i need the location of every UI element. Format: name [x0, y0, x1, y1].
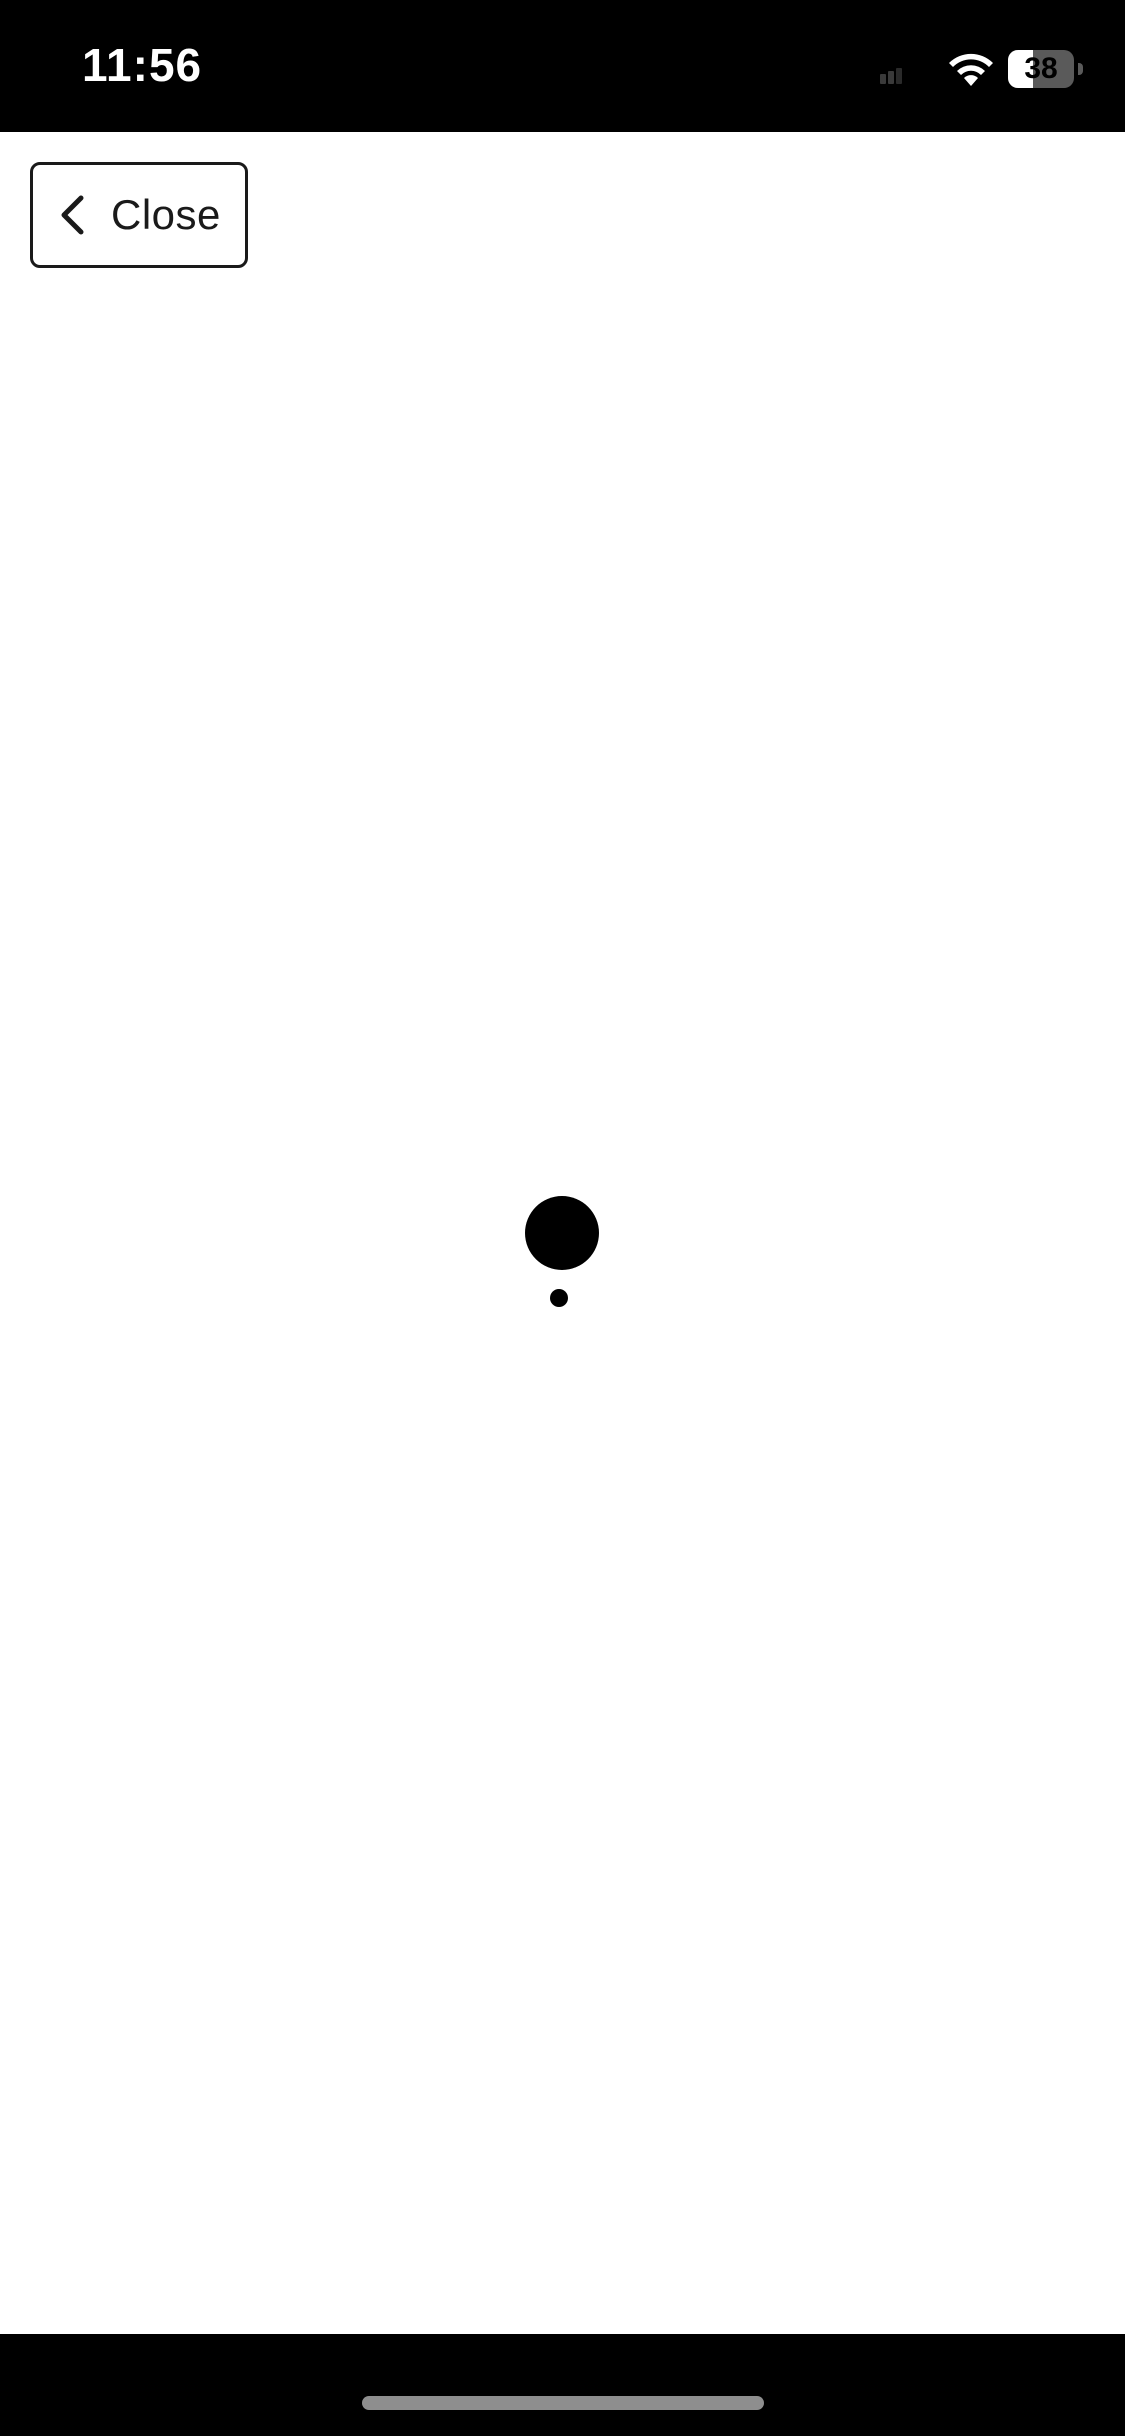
- loading-indicator-ball: [525, 1196, 599, 1270]
- wifi-icon: [949, 53, 993, 86]
- signal-icon: [880, 68, 902, 84]
- battery-icon: 38: [1008, 50, 1084, 88]
- home-indicator[interactable]: [362, 2396, 764, 2410]
- status-bar: 11:56 38: [0, 0, 1125, 132]
- status-time: 11:56: [82, 39, 203, 91]
- close-label: Close: [111, 191, 221, 238]
- battery-level: 38: [1024, 52, 1058, 85]
- bottom-bar: [0, 2334, 1125, 2436]
- loading-indicator-dot: [550, 1289, 568, 1307]
- close-button[interactable]: Close: [30, 162, 248, 268]
- chevron-left-icon: [61, 195, 84, 235]
- screen: 11:56 38 Close: [0, 0, 1125, 2436]
